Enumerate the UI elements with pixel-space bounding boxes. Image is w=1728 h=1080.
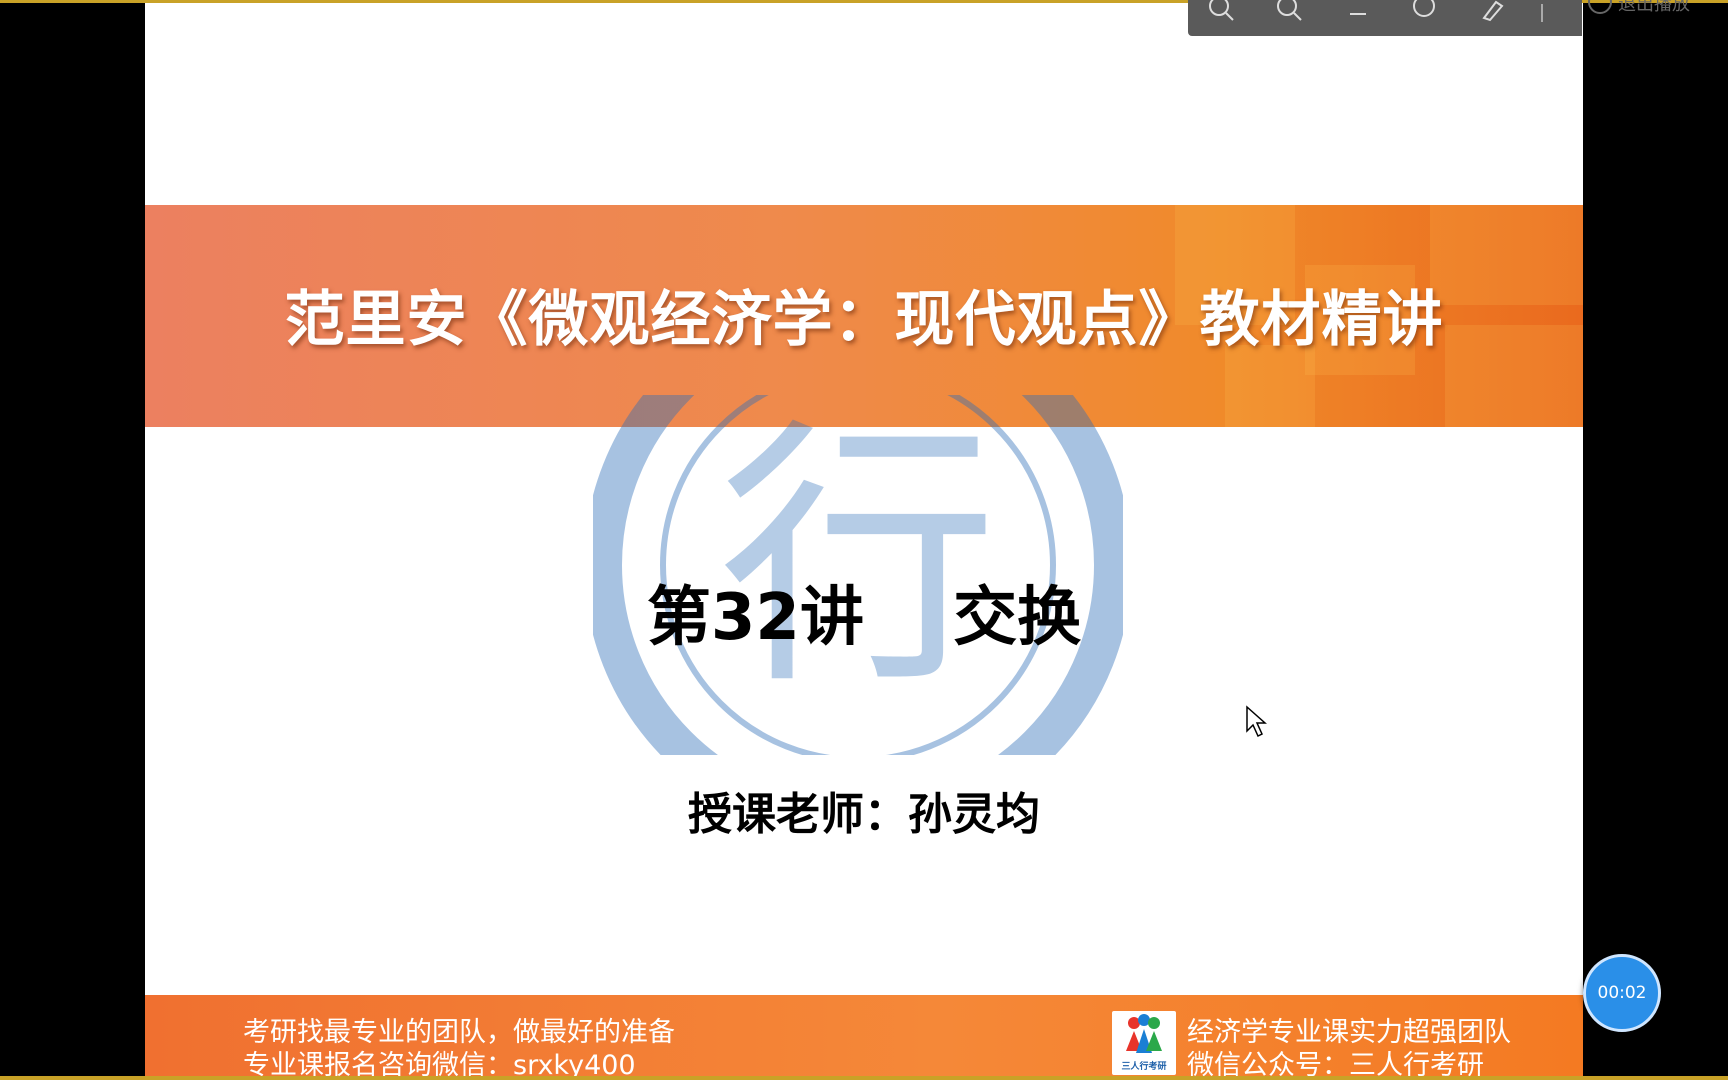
mouse-cursor-icon [1246,705,1267,738]
logo-caption: 三人行考研 [1121,1062,1167,1072]
pen-icon[interactable] [1480,0,1506,30]
zoom-in-icon[interactable] [1208,0,1236,30]
course-title: 范里安《微观经济学：现代观点》教材精讲 [284,285,1444,355]
elapsed-timer-button[interactable]: 00:02 [1583,954,1661,1032]
slide-footer: 考研找最专业的团队，做最好的准备 专业课报名咨询微信：srxky400 三人行考… [145,995,1583,1076]
rotate-icon[interactable] [1410,0,1438,30]
window-bottom-border [0,1076,1728,1080]
toolbar-divider [1540,4,1544,34]
title-banner: 范里安《微观经济学：现代观点》教材精讲 [145,205,1583,427]
footer-contact: 专业课报名咨询微信：srxky400 [243,1050,636,1076]
exit-playback-label: 退出播放 [1618,0,1690,15]
power-icon [1588,0,1612,14]
lecture-title: 第32讲 交换 [646,581,1082,655]
teacher-name: 授课老师：孙灵均 [688,789,1040,840]
svg-text:行: 行 [718,396,998,722]
zoom-out-icon[interactable] [1276,0,1304,30]
presentation-slide: 范里安《微观经济学：现代观点》教材精讲 行 第32讲 交换 授课老师：孙灵均 考… [145,3,1583,1076]
exit-playback-button[interactable]: 退出播放 [1582,0,1702,16]
player-toolbar [1188,0,1582,36]
footer-wechat-account: 微信公众号：三人行考研 [1187,1050,1484,1076]
people-logo-icon [1126,1014,1162,1053]
brand-logo: 三人行考研 [1112,1011,1176,1075]
fit-icon[interactable] [1348,0,1368,30]
